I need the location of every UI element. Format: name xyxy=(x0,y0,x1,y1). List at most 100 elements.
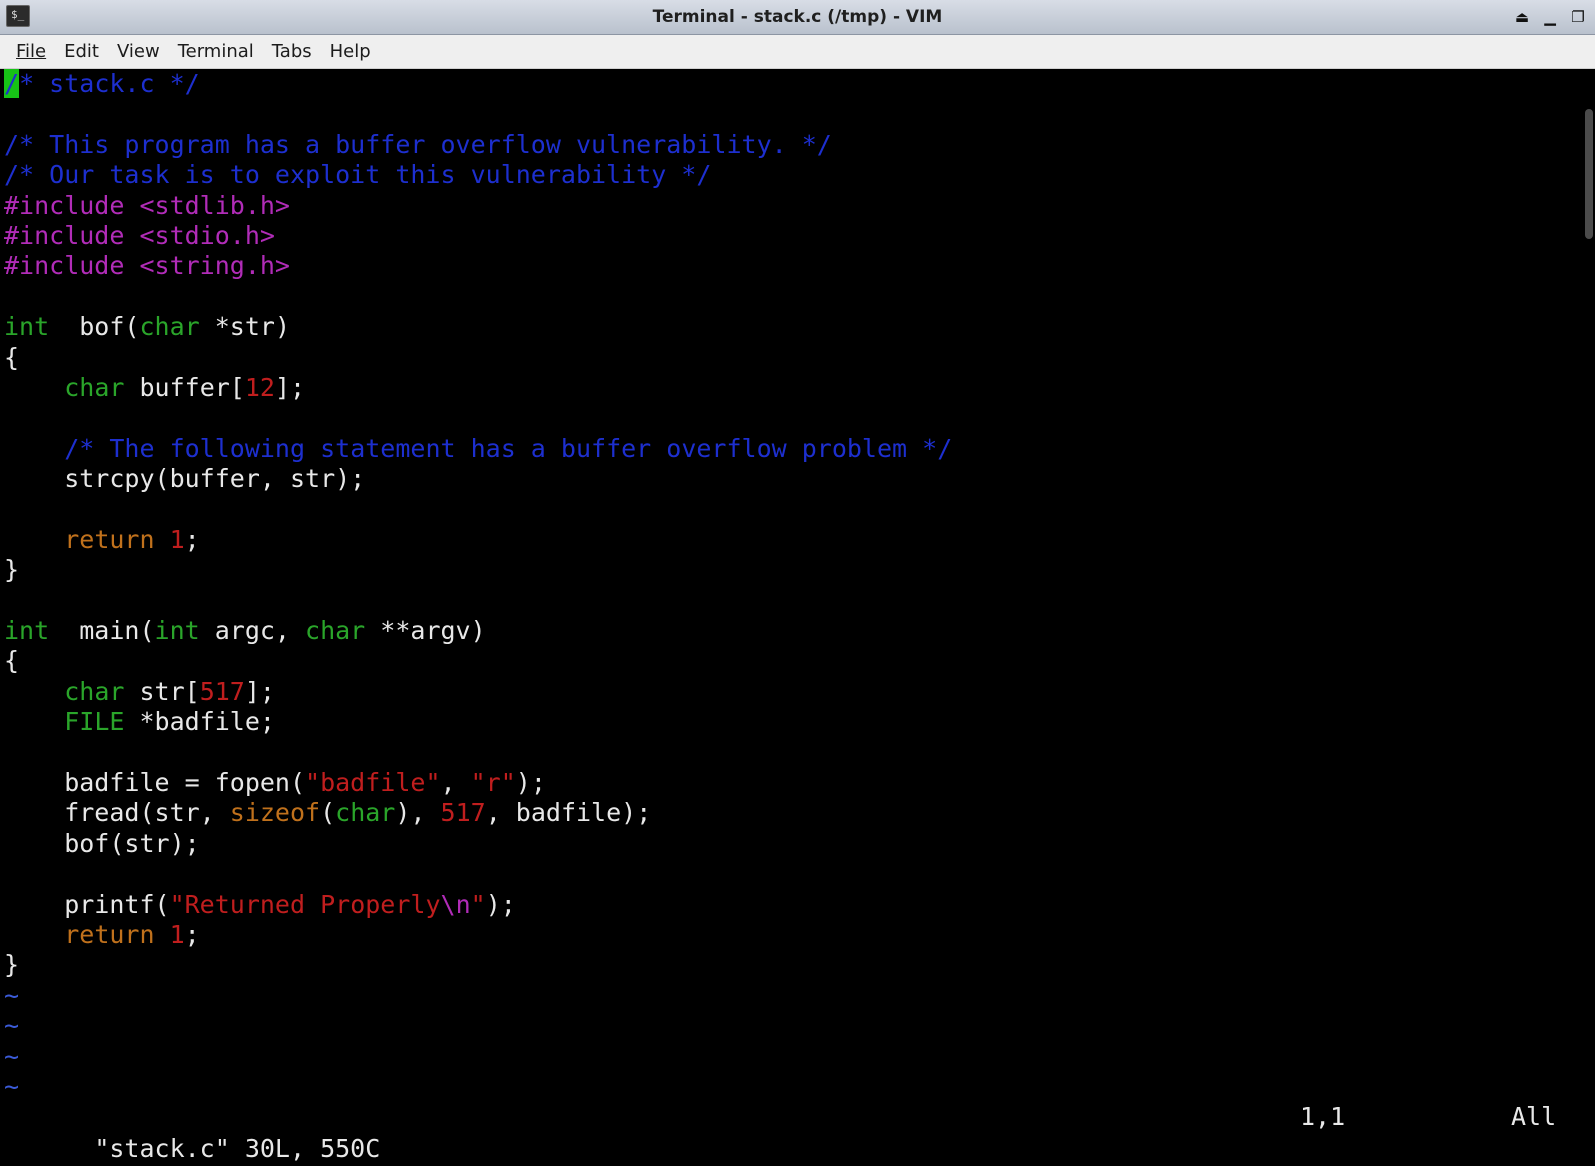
menu-bar: File Edit View Terminal Tabs Help xyxy=(0,35,1595,69)
code-line[interactable]: } xyxy=(4,950,952,980)
code-token: /* This program has a buffer overflow vu… xyxy=(4,129,832,159)
code-line[interactable]: #include <string.h> xyxy=(4,251,952,281)
code-token: buffer[ xyxy=(124,372,245,402)
code-token: main( xyxy=(49,616,155,646)
title-bar[interactable]: $_ Terminal - stack.c (/tmp) - VIM ⏏ ▁ ❐ xyxy=(0,0,1595,35)
scroll-indicator: All xyxy=(1511,1102,1557,1131)
code-token: str[ xyxy=(124,676,200,706)
code-token: **argv) xyxy=(365,616,486,646)
text-cursor: / xyxy=(4,69,20,98)
code-token: #include <string.h> xyxy=(4,251,290,281)
code-line[interactable]: { xyxy=(4,343,952,373)
code-token: int xyxy=(4,616,50,646)
code-token: #include <stdio.h> xyxy=(4,220,275,250)
code-token: { xyxy=(4,646,20,676)
code-token: ; xyxy=(184,919,200,949)
code-line[interactable]: FILE *badfile; xyxy=(4,707,952,737)
maximize-icon[interactable]: ❐ xyxy=(1567,6,1589,28)
code-token: } xyxy=(4,555,20,585)
eject-icon[interactable]: ⏏ xyxy=(1511,6,1533,28)
code-token: ); xyxy=(485,889,516,919)
scrollbar-thumb[interactable] xyxy=(1585,109,1593,239)
code-token: *str) xyxy=(199,312,290,342)
menu-terminal[interactable]: Terminal xyxy=(169,35,263,68)
code-token: bof(str); xyxy=(4,828,200,858)
code-line[interactable]: #include <stdlib.h> xyxy=(4,191,952,221)
code-line[interactable]: printf("Returned Properly\n"); xyxy=(4,890,952,920)
code-line[interactable] xyxy=(4,859,952,889)
code-line[interactable] xyxy=(4,494,952,524)
terminal-content[interactable]: /* stack.c */ /* This program has a buffe… xyxy=(0,69,1595,1166)
menu-help[interactable]: Help xyxy=(321,35,380,68)
code-line[interactable] xyxy=(4,586,952,616)
code-token: "badfile" xyxy=(305,767,441,797)
code-token: ), xyxy=(395,798,441,828)
menu-file-label: File xyxy=(16,41,47,62)
code-line[interactable]: return 1; xyxy=(4,525,952,555)
code-line[interactable]: /* The following statement has a buffer … xyxy=(4,434,952,464)
code-line[interactable]: badfile = fopen("badfile", "r"); xyxy=(4,768,952,798)
code-line[interactable]: int bof(char *str) xyxy=(4,312,952,342)
scrollbar[interactable] xyxy=(1583,69,1595,1132)
code-line[interactable]: /* Our task is to exploit this vulnerabi… xyxy=(4,160,952,190)
menu-file[interactable]: File xyxy=(7,35,55,68)
code-line[interactable]: #include <stdio.h> xyxy=(4,221,952,251)
code-token: /* The following statement has a buffer … xyxy=(64,433,953,463)
code-line[interactable]: return 1; xyxy=(4,920,952,950)
code-line[interactable]: /* stack.c */ xyxy=(4,69,952,99)
code-token: #include <stdlib.h> xyxy=(4,190,290,220)
code-token: * stack.c */ xyxy=(19,69,200,98)
menu-view[interactable]: View xyxy=(108,35,169,68)
code-token: ~ xyxy=(4,1071,20,1101)
code-line[interactable] xyxy=(4,282,952,312)
code-token: \n xyxy=(440,889,471,919)
code-line[interactable] xyxy=(4,738,952,768)
code-line[interactable] xyxy=(4,99,952,129)
code-line[interactable]: char str[517]; xyxy=(4,677,952,707)
code-token: 517 xyxy=(199,676,245,706)
code-line[interactable]: fread(str, sizeof(char), 517, badfile); xyxy=(4,798,952,828)
code-token: FILE xyxy=(64,707,125,737)
code-token: char xyxy=(64,676,125,706)
code-token: return xyxy=(64,524,155,554)
code-line[interactable]: bof(str); xyxy=(4,829,952,859)
menu-tabs[interactable]: Tabs xyxy=(263,35,321,68)
code-token: char xyxy=(139,312,200,342)
code-token: fread(str, xyxy=(4,798,230,828)
code-token: argc, xyxy=(199,616,306,646)
code-token: 1 xyxy=(169,919,185,949)
menu-edit[interactable]: Edit xyxy=(55,35,108,68)
empty-line-marker[interactable]: ~ xyxy=(4,1042,952,1072)
terminal-window: $_ Terminal - stack.c (/tmp) - VIM ⏏ ▁ ❐… xyxy=(0,0,1595,1166)
window-title: Terminal - stack.c (/tmp) - VIM xyxy=(652,7,943,27)
empty-line-marker[interactable]: ~ xyxy=(4,1072,952,1102)
code-token: } xyxy=(4,950,20,980)
empty-line-marker[interactable]: ~ xyxy=(4,981,952,1011)
code-line[interactable] xyxy=(4,403,952,433)
minimize-icon[interactable]: ▁ xyxy=(1539,6,1561,28)
empty-line-marker[interactable]: ~ xyxy=(4,1011,952,1041)
code-line[interactable]: /* This program has a buffer overflow vu… xyxy=(4,130,952,160)
code-token: strcpy(buffer, str); xyxy=(4,464,366,494)
code-token: ); xyxy=(515,767,546,797)
code-line[interactable]: char buffer[12]; xyxy=(4,373,952,403)
code-line[interactable]: int main(int argc, char **argv) xyxy=(4,616,952,646)
code-token: { xyxy=(4,342,20,372)
menu-help-label: Help xyxy=(329,41,371,62)
code-line[interactable]: { xyxy=(4,646,952,676)
code-token: badfile = fopen( xyxy=(4,767,306,797)
code-line[interactable]: } xyxy=(4,555,952,585)
code-line[interactable]: strcpy(buffer, str); xyxy=(4,464,952,494)
menu-terminal-label: Terminal xyxy=(177,41,254,62)
code-token: ]; xyxy=(274,372,306,402)
code-token: bof( xyxy=(49,312,140,342)
code-token: ~ xyxy=(4,1041,20,1071)
vim-buffer[interactable]: /* stack.c */ /* This program has a buffe… xyxy=(4,69,952,1102)
